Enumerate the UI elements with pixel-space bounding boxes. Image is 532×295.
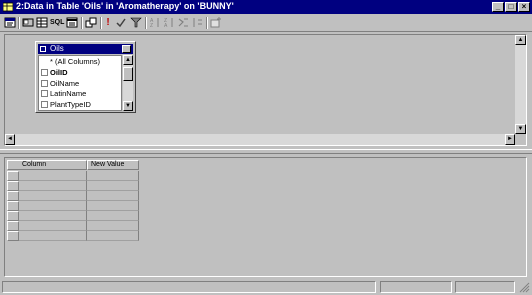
- row-header[interactable]: [7, 211, 19, 221]
- column-item-planttypeid[interactable]: PlantTypeID: [41, 100, 91, 110]
- grid-cell-column[interactable]: [19, 191, 87, 201]
- scroll-down-icon[interactable]: ▼: [123, 101, 133, 111]
- verify-sql-icon[interactable]: [115, 17, 127, 28]
- status-panel-main: [2, 281, 376, 293]
- grid-cell-new-value[interactable]: [87, 171, 139, 181]
- grid-header-new-value[interactable]: New Value: [87, 160, 139, 170]
- use-group-by-icon[interactable]: [177, 17, 189, 28]
- column-checkbox[interactable]: [41, 69, 48, 76]
- run-icon[interactable]: !: [104, 17, 112, 28]
- remove-filter-icon[interactable]: [130, 17, 142, 28]
- grid-cell-column[interactable]: [19, 181, 87, 191]
- column-checkbox[interactable]: [41, 90, 48, 97]
- column-item-oilid[interactable]: OilID: [41, 68, 68, 78]
- maximize-button[interactable]: □: [505, 2, 517, 12]
- column-item-oilname[interactable]: OilName: [41, 79, 79, 89]
- status-bar: [0, 279, 532, 295]
- change-type-icon[interactable]: [85, 17, 97, 28]
- scroll-right-icon[interactable]: ►: [505, 134, 515, 145]
- diagram-pane-icon[interactable]: [22, 17, 34, 28]
- status-panel-2: [380, 281, 452, 293]
- column-checkbox[interactable]: [41, 58, 48, 65]
- minimize-button[interactable]: _: [492, 2, 504, 12]
- svg-text:Z: Z: [150, 23, 153, 28]
- scroll-up-icon[interactable]: ▲: [515, 35, 526, 45]
- sort-descending-icon[interactable]: ZA: [163, 17, 175, 28]
- column-checkbox[interactable]: [41, 101, 48, 108]
- table-name: Oils: [50, 44, 64, 53]
- grid-cell-column[interactable]: [19, 221, 87, 231]
- diagram-horizontal-scrollbar[interactable]: ◄ ►: [5, 134, 515, 145]
- grid-cell-column[interactable]: [19, 201, 87, 211]
- diagram-pane[interactable]: Oils * (All Columns) OilID OilName Latin…: [4, 34, 527, 146]
- grid-pane-icon[interactable]: [36, 17, 48, 28]
- grid-cell-new-value[interactable]: [87, 221, 139, 231]
- results-pane-icon[interactable]: [66, 17, 78, 28]
- add-table-icon[interactable]: [210, 17, 222, 28]
- close-button[interactable]: ×: [518, 2, 530, 12]
- scroll-up-icon[interactable]: ▲: [123, 55, 133, 65]
- sql-pane-icon[interactable]: SQL: [50, 17, 64, 28]
- scroll-left-icon[interactable]: ◄: [5, 134, 15, 145]
- column-list[interactable]: * (All Columns) OilID OilName LatinName …: [38, 55, 122, 111]
- query-window: 2:Data in Table 'Oils' in 'Aromatherapy'…: [0, 0, 532, 295]
- row-header[interactable]: [7, 231, 19, 241]
- column-checkbox[interactable]: [41, 80, 48, 87]
- resize-grip-icon[interactable]: [518, 281, 530, 293]
- grid-cell-new-value[interactable]: [87, 181, 139, 191]
- row-header[interactable]: [7, 191, 19, 201]
- grid-cell-new-value[interactable]: [87, 191, 139, 201]
- sort-icon[interactable]: [191, 17, 203, 28]
- table-header[interactable]: Oils: [38, 44, 133, 54]
- pane-splitter[interactable]: [0, 149, 532, 154]
- properties-icon[interactable]: [4, 17, 16, 28]
- sort-ascending-icon[interactable]: AZ: [149, 17, 161, 28]
- status-panel-3: [455, 281, 515, 293]
- table-minimize-button[interactable]: [122, 45, 131, 53]
- grid-cell-new-value[interactable]: [87, 231, 139, 241]
- grid-header-column[interactable]: Column: [7, 160, 87, 170]
- title-bar[interactable]: 2:Data in Table 'Oils' in 'Aromatherapy'…: [0, 0, 532, 14]
- column-item-all[interactable]: * (All Columns): [41, 57, 100, 67]
- svg-text:A: A: [164, 23, 168, 28]
- grid-cell-new-value[interactable]: [87, 201, 139, 211]
- row-header[interactable]: [7, 221, 19, 231]
- scroll-thumb[interactable]: [123, 67, 133, 81]
- column-list-scrollbar[interactable]: ▲ ▼: [123, 55, 133, 111]
- table-window-oils[interactable]: Oils * (All Columns) OilID OilName Latin…: [35, 41, 136, 113]
- grid-cell-column[interactable]: [19, 171, 87, 181]
- column-item-latinname[interactable]: LatinName: [41, 89, 86, 99]
- row-header[interactable]: [7, 201, 19, 211]
- row-header[interactable]: [7, 171, 19, 181]
- query-window-icon: [3, 2, 13, 12]
- query-toolbar: SQL ! AZ ZA: [0, 15, 532, 32]
- table-icon: [40, 46, 46, 52]
- grid-cell-column[interactable]: [19, 231, 87, 241]
- scroll-down-icon[interactable]: ▼: [515, 124, 526, 134]
- diagram-vertical-scrollbar[interactable]: ▲ ▼: [515, 35, 526, 134]
- grid-cell-column[interactable]: [19, 211, 87, 221]
- grid-cell-new-value[interactable]: [87, 211, 139, 221]
- grid-pane[interactable]: Column New Value: [4, 157, 527, 277]
- row-header[interactable]: [7, 181, 19, 191]
- window-title: 2:Data in Table 'Oils' in 'Aromatherapy'…: [16, 1, 234, 11]
